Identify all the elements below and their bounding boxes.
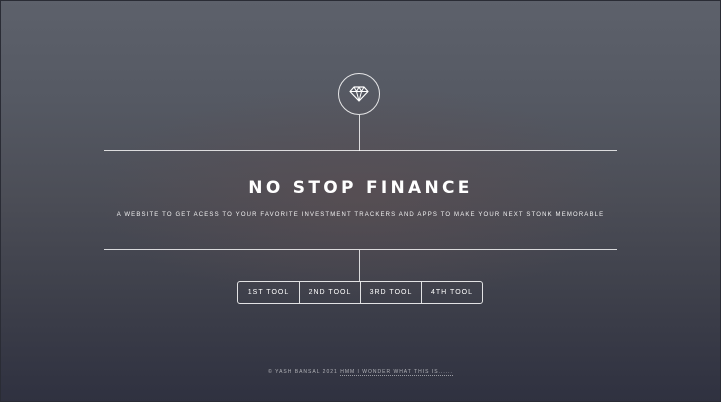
page-frame — [0, 0, 721, 402]
tool-1-button[interactable]: 1ST TOOL — [238, 282, 299, 303]
copyright-text: © YASH BANSAL 2021 — [268, 369, 338, 375]
diamond-icon — [349, 86, 369, 102]
connector-line-top — [359, 115, 360, 151]
tool-3-button[interactable]: 3RD TOOL — [360, 282, 421, 303]
divider-bottom — [104, 249, 617, 250]
tagline: A WEBSITE TO GET ACESS TO YOUR FAVORITE … — [116, 212, 605, 218]
tool-4-button[interactable]: 4TH TOOL — [421, 282, 482, 303]
page-title: NO STOP FINANCE — [248, 178, 473, 198]
logo — [338, 73, 380, 115]
footer-link[interactable]: HMM I WONDER WHAT THIS IS...... — [340, 369, 453, 376]
tool-2-button[interactable]: 2ND TOOL — [299, 282, 360, 303]
divider-top — [104, 150, 617, 151]
connector-line-bottom — [359, 250, 360, 281]
footer: © YASH BANSAL 2021 HMM I WONDER WHAT THI… — [0, 369, 721, 376]
tools-nav: 1ST TOOL 2ND TOOL 3RD TOOL 4TH TOOL — [237, 281, 483, 304]
